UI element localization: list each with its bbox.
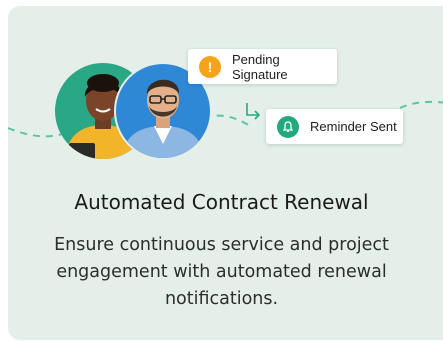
bell-icon [277, 115, 299, 138]
arrow-down-right-icon [246, 103, 261, 120]
pending-signature-pill: ! Pending Signature [188, 49, 337, 84]
card-description: Ensure continuous service and project en… [54, 235, 389, 309]
reminder-sent-label: Reminder Sent [310, 119, 397, 134]
card-title: Automated Contract Renewal [74, 190, 369, 214]
reminder-sent-pill: Reminder Sent [266, 109, 403, 144]
warning-icon: ! [199, 55, 221, 78]
pending-signature-label: Pending Signature [232, 51, 288, 82]
